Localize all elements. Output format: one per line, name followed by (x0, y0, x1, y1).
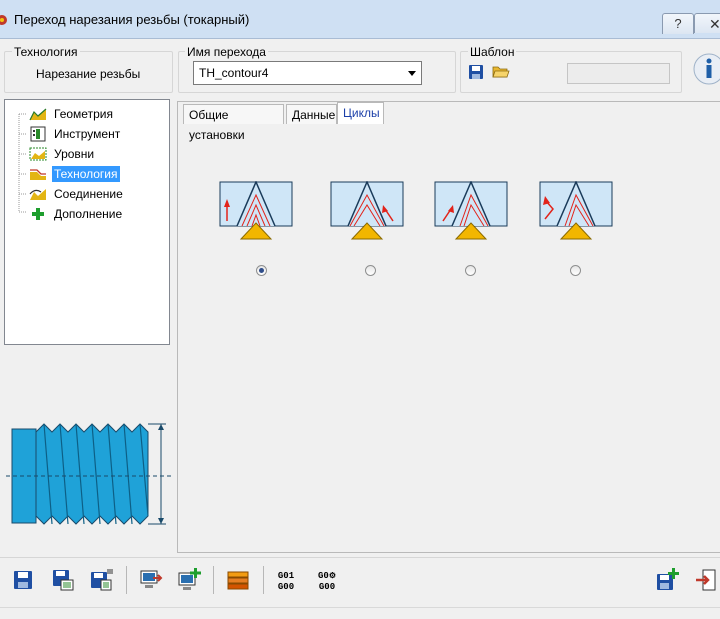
technology-icon (30, 169, 46, 180)
layers-icon[interactable] (226, 568, 250, 592)
transition-name-value: TH_contour4 (199, 66, 269, 80)
gear-icon: ⚙ (328, 572, 336, 581)
tree-item-connection[interactable]: Соединение (29, 185, 125, 203)
addition-icon (32, 208, 44, 220)
navigation-tree: Геометрия Инструмент Уровни Технология С… (4, 99, 170, 345)
toolbar-separator (213, 566, 214, 594)
tree-item-label: Технология (52, 166, 120, 182)
gcode-1-bottom: G00 (277, 582, 295, 592)
template-label: Шаблон (468, 45, 517, 59)
add-program-icon[interactable] (177, 568, 201, 592)
cycle-4-picture[interactable] (539, 181, 613, 243)
cycle-2-picture[interactable] (330, 181, 404, 243)
cycle-1-radio[interactable] (256, 265, 267, 276)
tree-item-label: Уровни (54, 147, 95, 161)
cycle-4-radio[interactable] (570, 265, 581, 276)
cycle-3-radio[interactable] (465, 265, 476, 276)
app-icon (0, 15, 7, 25)
cycle-3-picture[interactable] (434, 181, 508, 243)
cycle-1-picture[interactable] (219, 181, 293, 243)
gcode-button-1[interactable]: G01 G00 (272, 571, 300, 593)
tree-item-geometry[interactable]: Геометрия (29, 105, 115, 123)
tab-data[interactable]: Данные (286, 104, 337, 124)
levels-icon (29, 147, 47, 161)
tree-item-addition[interactable]: Дополнение (29, 205, 124, 223)
tree-item-tool[interactable]: Инструмент (29, 125, 122, 143)
transition-name-label: Имя перехода (185, 45, 268, 59)
gcode-2-bottom: G00 (318, 582, 336, 592)
template-field[interactable] (567, 63, 670, 84)
window-title: Переход нарезания резьбы (токарный) (14, 12, 250, 27)
tool-icon (30, 126, 46, 142)
close-button[interactable]: ✕ (694, 13, 720, 33)
tree-item-label: Соединение (54, 187, 123, 201)
save-all-icon[interactable] (89, 568, 113, 592)
window-bottom-edge (0, 607, 720, 619)
open-folder-icon[interactable] (492, 63, 510, 79)
thread-part-illustration (6, 423, 174, 525)
tree-item-label: Инструмент (54, 127, 121, 141)
gcode-1-top: G01 (277, 571, 295, 581)
gcode-button-2[interactable]: G0⚙ G00 (312, 571, 342, 593)
tree-item-technology[interactable]: Технология (29, 165, 120, 183)
save-as-icon[interactable] (51, 568, 75, 592)
tab-content-cycles (177, 101, 720, 553)
toolbar-separator (263, 566, 264, 594)
gcode-2-top: G0⚙ (318, 571, 336, 581)
tree-item-label: Дополнение (54, 207, 123, 221)
transition-name-combobox[interactable]: TH_contour4 (193, 61, 422, 85)
technology-group-label: Технология (12, 45, 80, 59)
info-icon[interactable] (692, 52, 720, 90)
technology-value: Нарезание резьбы (36, 67, 141, 81)
export-icon[interactable] (139, 568, 163, 592)
geometry-icon (29, 108, 47, 121)
tree-item-label: Геометрия (54, 107, 113, 121)
tab-general-settings[interactable]: Общие установки (183, 104, 284, 142)
tab-cycles[interactable]: Циклы (337, 102, 384, 124)
save-icon[interactable] (11, 568, 35, 592)
chevron-down-icon (408, 71, 416, 76)
toolbar-separator (126, 566, 127, 594)
help-button[interactable]: ? (662, 13, 694, 34)
tree-item-levels[interactable]: Уровни (29, 145, 96, 163)
save-template-icon[interactable] (468, 64, 484, 80)
cycle-2-radio[interactable] (365, 265, 376, 276)
save-new-icon[interactable] (655, 568, 679, 592)
connection-icon (29, 189, 46, 200)
exit-icon[interactable] (694, 568, 718, 592)
